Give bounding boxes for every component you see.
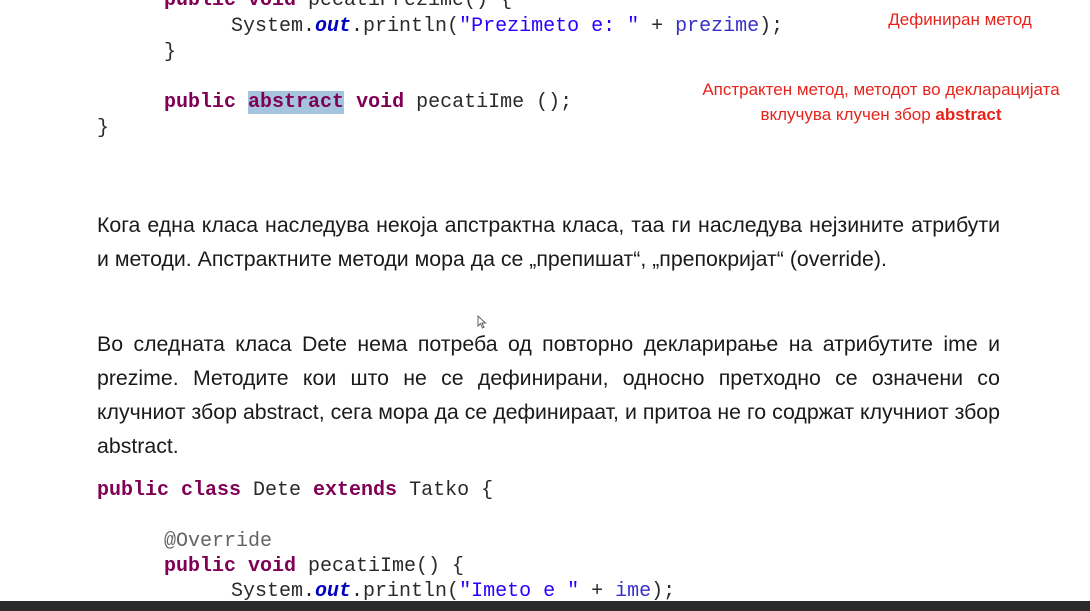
code-variable: prezime (675, 15, 760, 38)
code-text: System. (231, 15, 316, 38)
code-variable: ime (615, 580, 652, 603)
code-text: .println( (351, 15, 460, 38)
code-text: pecatiIme (); (404, 91, 573, 114)
note-bold-keyword: abstract (935, 105, 1002, 124)
note-abstract-method: Апстрактен метод, методот во декларација… (672, 77, 1090, 127)
code-field: out (315, 580, 352, 603)
code-class-closing-brace: } (97, 117, 110, 140)
code-text: + (639, 15, 676, 38)
note-abstract-line1: Апстрактен метод, методот во декларација… (702, 80, 1060, 99)
code-string: "Prezimeto e: " (459, 15, 640, 38)
code-keyword: public void (164, 0, 297, 12)
code-text: ); (651, 580, 676, 603)
code-text: .println( (351, 580, 460, 603)
code-keyword-highlighted: abstract (248, 91, 345, 114)
paragraph-dete-class: Во следната класа Dete нема потреба од п… (97, 332, 1000, 458)
code-line-pecati-ime: public void pecatiIme() { (164, 554, 464, 579)
code-keyword: public void (164, 555, 297, 578)
code-text: System. (231, 580, 316, 603)
note-defined-method: Дефиниран метод (888, 10, 1032, 29)
code-line-class-dete: public class Dete extends Tatko { (97, 478, 493, 503)
code-closing-brace: } (164, 41, 177, 64)
window-bottom-bar (0, 601, 1090, 611)
code-text: pecatiPrezime() { (296, 0, 513, 12)
code-keyword: extends (313, 479, 398, 502)
code-line-abstract-method: public abstract void pecatiIme (); (164, 90, 572, 115)
code-line-println-prezime: System.out.println("Prezimeto e: " + pre… (231, 14, 783, 39)
note-abstract-line2: вклучува клучен збор abstract (672, 102, 1090, 127)
code-keyword: public class (97, 479, 242, 502)
code-field: out (315, 15, 352, 38)
code-keyword: public (164, 91, 237, 114)
code-override-annotation: @Override (164, 530, 273, 553)
code-text: ); (759, 15, 784, 38)
code-line-pecati-prezime: public void pecatiPrezime() { (164, 0, 512, 13)
code-text: Tatko { (397, 479, 494, 502)
code-text: Dete (241, 479, 314, 502)
mouse-pointer-icon (477, 315, 487, 329)
code-keyword: void (356, 91, 405, 114)
code-text: + (579, 580, 616, 603)
code-text: pecatiIme() { (296, 555, 465, 578)
document-page: public void pecatiPrezime() { System.out… (0, 0, 1090, 611)
code-string: "Imeto e " (459, 580, 580, 603)
note-text: вклучува клучен збор (760, 105, 936, 124)
paragraph-inheritance: Кога една класа наследува некоја апстрак… (97, 213, 1000, 271)
